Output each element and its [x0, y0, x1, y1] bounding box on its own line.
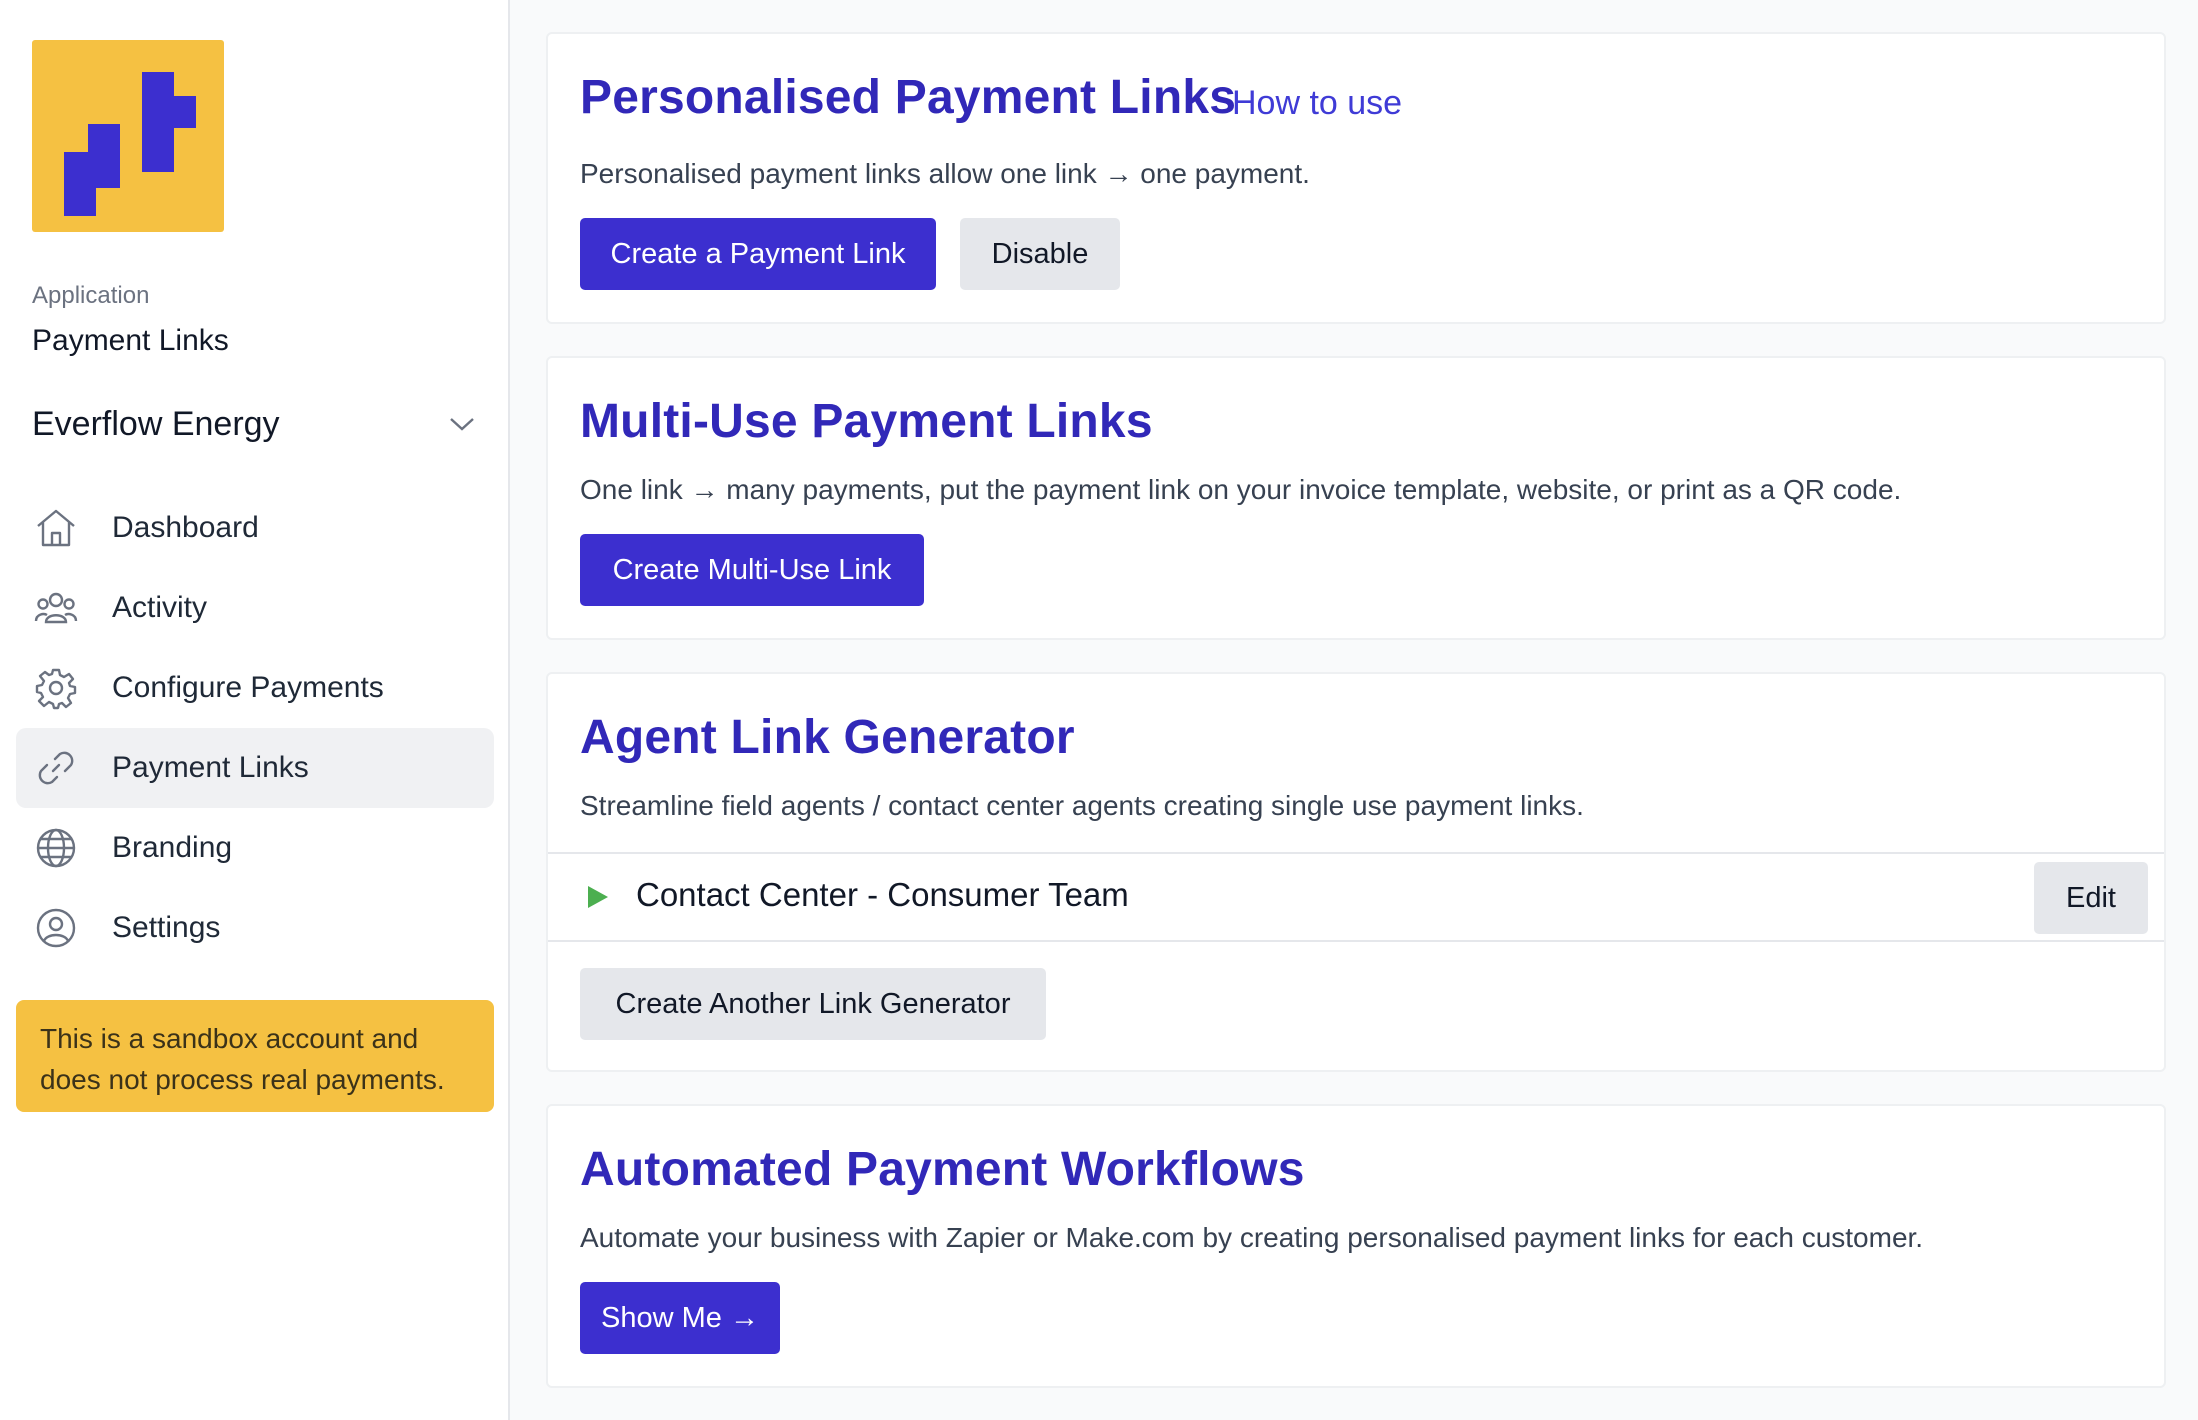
card-description: Automate your business with Zapier or Ma…: [580, 1222, 1924, 1253]
organisation-name: Everflow Energy: [32, 404, 280, 443]
create-payment-link-button[interactable]: Create a Payment Link: [580, 218, 936, 290]
sidebar-item-branding[interactable]: Branding: [16, 808, 494, 888]
sidebar-item-payment-links[interactable]: Payment Links: [16, 728, 494, 808]
agent-link-generator-card: Agent Link Generator Streamline field ag…: [546, 672, 2166, 1072]
edit-button[interactable]: Edit: [2034, 862, 2148, 934]
sidebar-item-configure-payments[interactable]: Configure Payments: [16, 648, 494, 728]
how-to-use-link[interactable]: How to use: [1232, 84, 1402, 123]
application-name: Payment Links: [32, 324, 229, 357]
sandbox-notice-line: does not process real payments.: [40, 1064, 445, 1095]
sidebar-item-activity[interactable]: Activity: [16, 568, 494, 648]
gear-icon: [34, 666, 78, 710]
sidebar-item-label: Settings: [112, 911, 221, 944]
sidebar-nav: Dashboard Activity Configure Payments Pa…: [16, 488, 494, 968]
card-title: Automated Payment Workflows: [580, 1143, 1305, 1196]
card-title: Personalised Payment Links: [580, 71, 1237, 124]
create-another-link-generator-button[interactable]: Create Another Link Generator: [580, 968, 1046, 1040]
link-generator-row[interactable]: Contact Center - Consumer Team Edit: [548, 852, 2164, 942]
link-icon: [34, 746, 78, 790]
user-circle-icon: [34, 906, 78, 950]
create-multi-use-link-button[interactable]: Create Multi-Use Link: [580, 534, 924, 606]
organisation-selector[interactable]: Everflow Energy: [32, 396, 476, 452]
application-caption: Application: [32, 282, 150, 309]
card-title: Multi-Use Payment Links: [580, 395, 1153, 448]
sidebar-item-label: Configure Payments: [112, 671, 384, 704]
play-icon: [588, 886, 608, 908]
card-description: One link → many payments, put the paymen…: [580, 474, 1902, 505]
card-description: Personalised payment links allow one lin…: [580, 158, 1310, 189]
sidebar-item-label: Branding: [112, 831, 233, 864]
show-me-button[interactable]: Show Me →: [580, 1282, 780, 1354]
automated-workflows-card: Automated Payment Workflows Automate you…: [546, 1104, 2166, 1388]
sidebar-item-label: Payment Links: [112, 751, 309, 784]
link-generator-name: Contact Center - Consumer Team: [636, 876, 1129, 913]
home-icon: [34, 506, 78, 550]
card-title: Agent Link Generator: [580, 711, 1075, 764]
card-description: Streamline field agents / contact center…: [580, 790, 1584, 821]
brand-logo[interactable]: [32, 40, 224, 232]
globe-icon: [34, 826, 78, 870]
sidebar-item-label: Dashboard: [112, 511, 259, 544]
multi-use-links-card: Multi-Use Payment Links One link → many …: [546, 356, 2166, 640]
sidebar-item-label: Activity: [112, 591, 208, 624]
logo-mark-icon: [64, 72, 196, 216]
personalised-links-card: Personalised Payment Links How to use Pe…: [546, 32, 2166, 324]
disable-button[interactable]: Disable: [960, 218, 1120, 290]
sidebar-item-settings[interactable]: Settings: [16, 888, 494, 968]
sidebar-item-dashboard[interactable]: Dashboard: [16, 488, 494, 568]
chevron-down-icon: [450, 418, 474, 431]
sandbox-notice-line: This is a sandbox account and: [40, 1023, 419, 1054]
users-icon: [34, 586, 78, 630]
sandbox-notice: This is a sandbox account and does not p…: [16, 1000, 494, 1112]
sidebar: Application Payment Links Everflow Energ…: [0, 0, 510, 1420]
